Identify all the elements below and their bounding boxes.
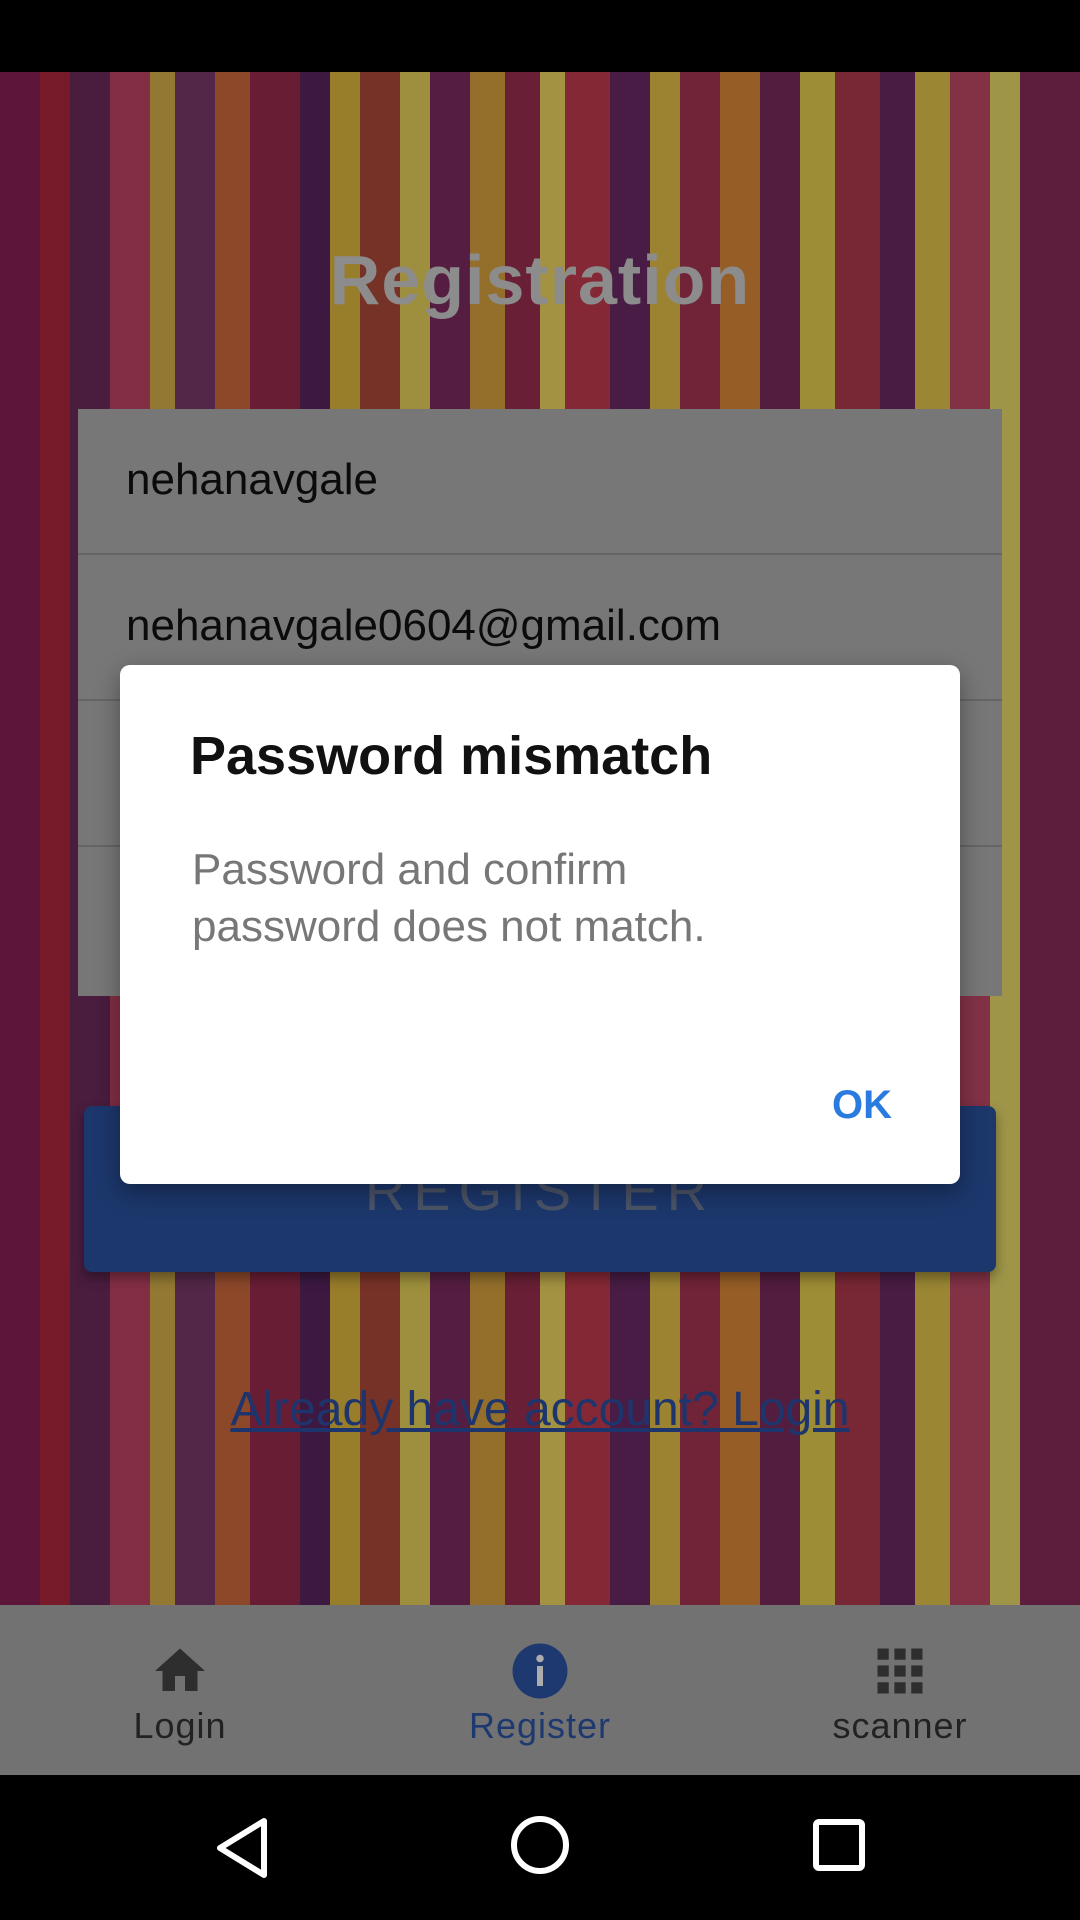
dialog-message: Password and confirm password does not m…: [192, 845, 706, 951]
recents-icon[interactable]: [812, 1818, 866, 1872]
status-bar: [0, 0, 1080, 72]
system-navigation-bar: [0, 1775, 1080, 1920]
back-icon[interactable]: [210, 1815, 276, 1881]
home-circle-icon[interactable]: [510, 1815, 570, 1875]
ok-button[interactable]: OK: [812, 1070, 912, 1140]
alert-dialog: Password mismatch Password and confirm p…: [120, 665, 960, 1184]
dialog-title: Password mismatch: [190, 726, 713, 786]
